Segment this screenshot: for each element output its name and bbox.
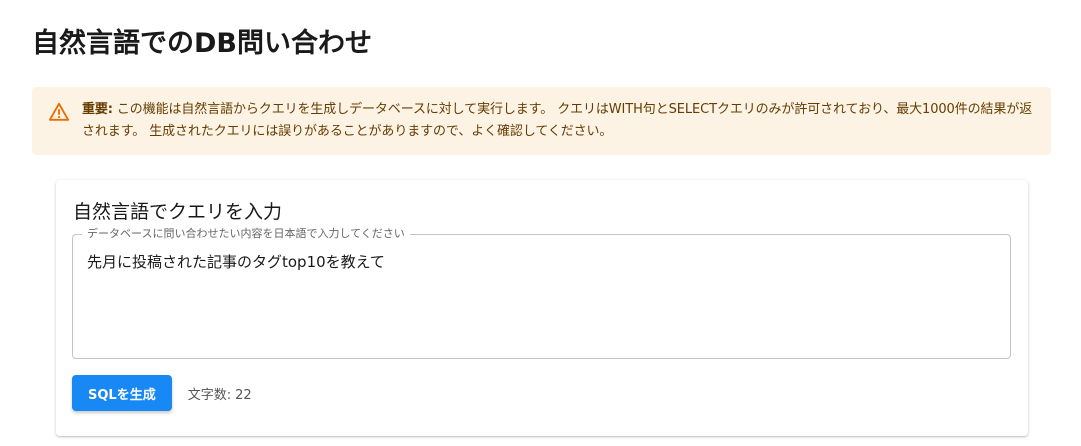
- query-input-value[interactable]: 先月に投稿された記事のタグtop10を教えて: [87, 251, 996, 273]
- char-count-value: 22: [235, 387, 252, 403]
- alert-message: 重要: この機能は自然言語からクエリを生成しデータベースに対して実行します。 クエ…: [82, 99, 1035, 143]
- warning-alert: 重要: この機能は自然言語からクエリを生成しデータベースに対して実行します。 クエ…: [32, 87, 1051, 155]
- char-count: 文字数: 22: [188, 384, 256, 403]
- query-input-label: データベースに問い合わせたい内容を日本語で入力してください: [82, 227, 410, 241]
- card-actions: SQLを生成 文字数: 22: [72, 375, 256, 411]
- alert-body-text: この機能は自然言語からクエリを生成しデータベースに対して実行します。 クエリはW…: [82, 102, 1033, 139]
- query-textarea[interactable]: データベースに問い合わせたい内容を日本語で入力してください 先月に投稿された記事…: [72, 227, 1011, 359]
- query-card: 自然言語でクエリを入力 データベースに問い合わせたい内容を日本語で入力してくださ…: [56, 180, 1028, 436]
- page: 自然言語でのDB問い合わせ 重要: この機能は自然言語からクエリを生成しデータベー…: [0, 0, 1081, 446]
- generate-sql-button[interactable]: SQLを生成: [72, 375, 172, 411]
- alert-strong-label: 重要:: [82, 102, 113, 117]
- warning-triangle-icon: [48, 102, 70, 121]
- card-title: 自然言語でクエリを入力: [73, 201, 283, 223]
- page-title: 自然言語でのDB問い合わせ: [32, 28, 372, 59]
- char-count-label: 文字数:: [187, 387, 232, 403]
